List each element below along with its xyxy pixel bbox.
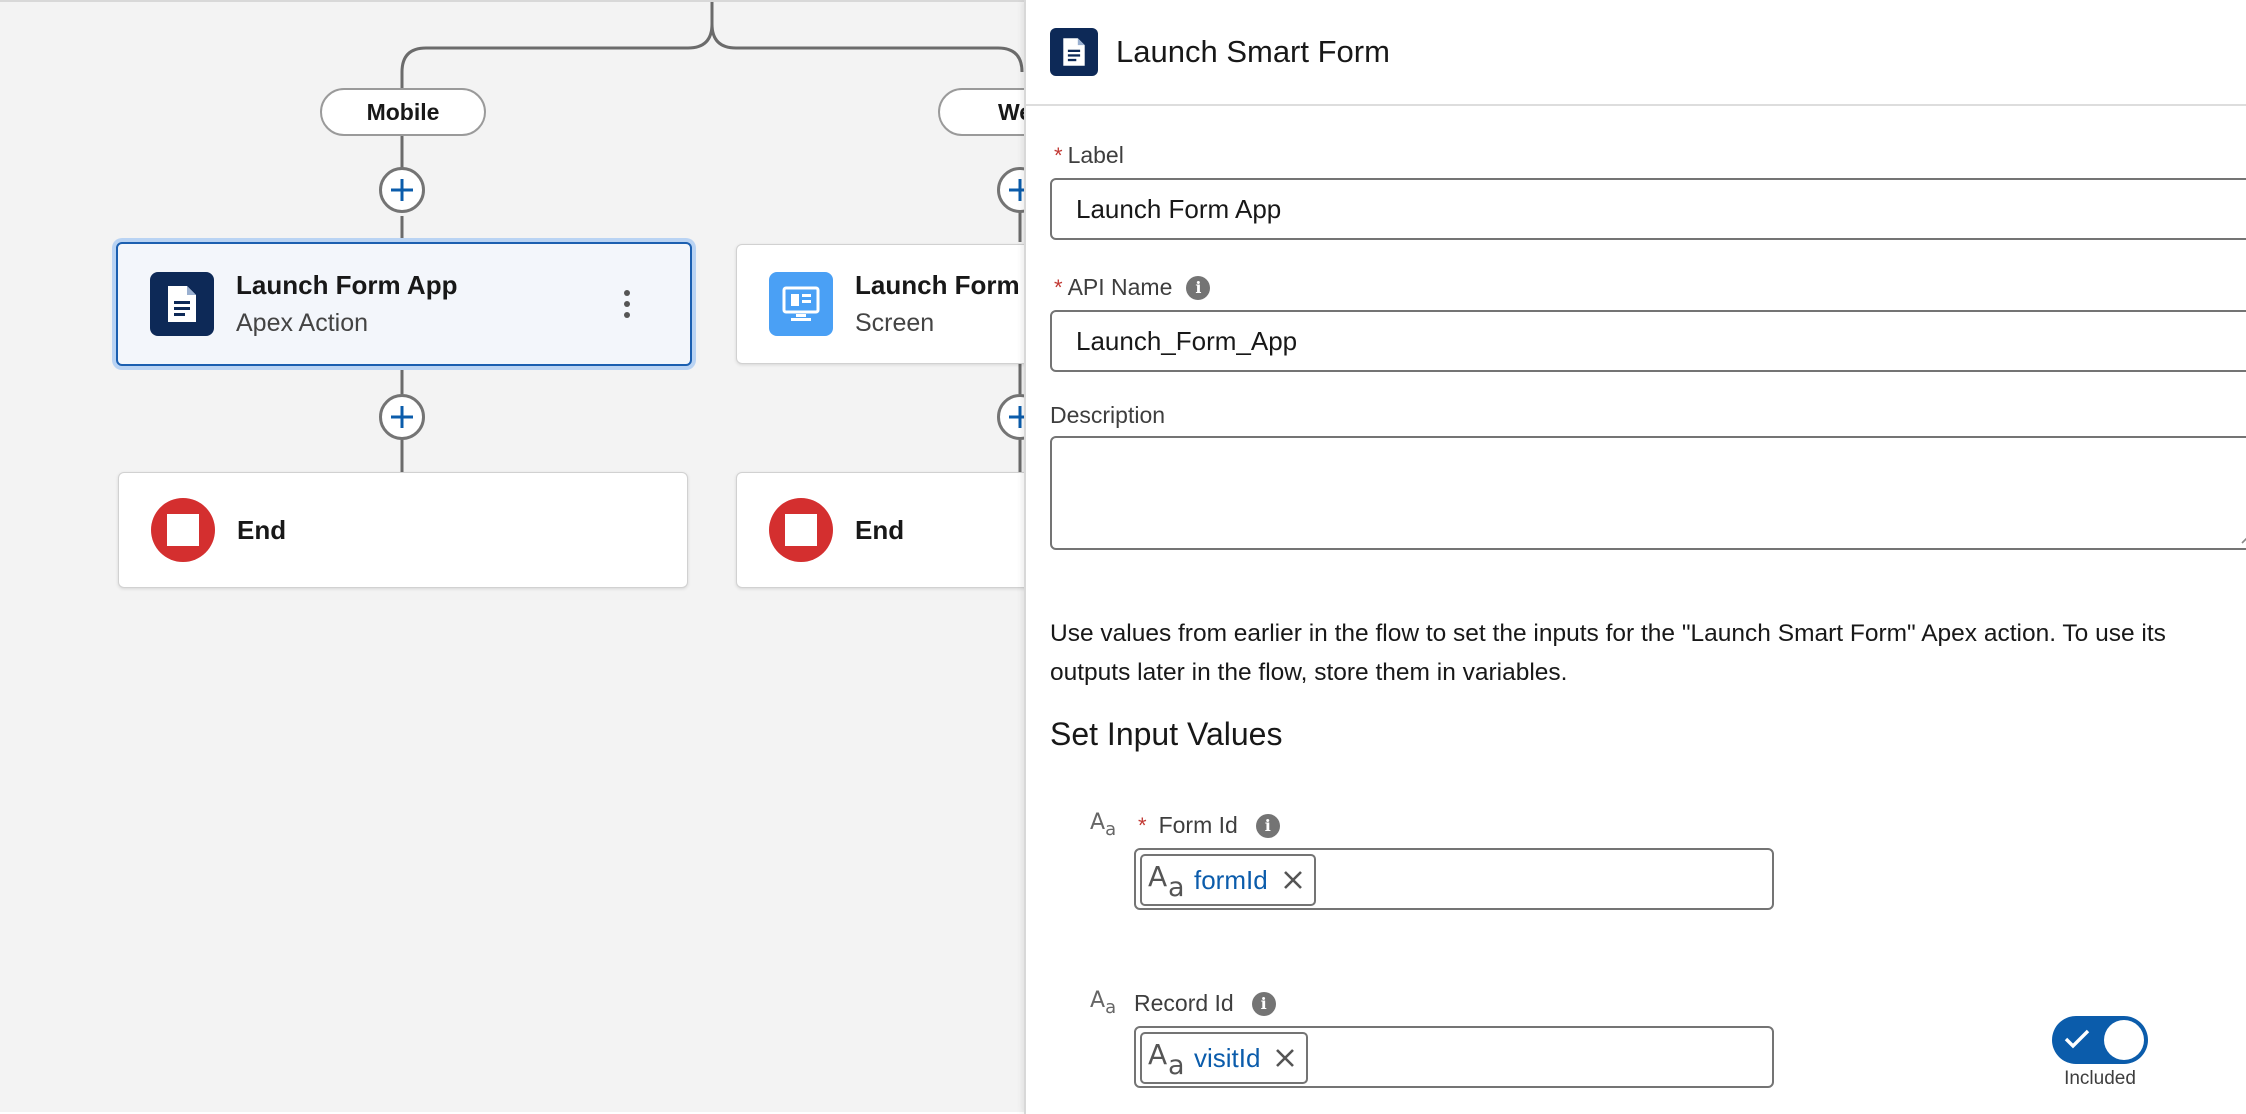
field-label-text: Description <box>1050 402 1166 428</box>
close-icon[interactable] <box>1282 869 1304 891</box>
form-id-label: * Form Id i <box>1138 812 1280 839</box>
panel-title: Launch Smart Form <box>1116 34 1390 69</box>
node-type: Screen <box>855 309 935 337</box>
resource-pill[interactable]: Aa formId <box>1140 854 1316 906</box>
param-label-text: Form Id <box>1158 812 1238 838</box>
flow-canvas[interactable]: Mobile We Launch Form App Apex Action <box>0 0 1024 1112</box>
resize-handle-icon[interactable] <box>2238 528 2246 544</box>
text-type-icon: Aa <box>1090 988 1117 1018</box>
resource-pill-label: visitId <box>1194 1042 1261 1073</box>
node-title: End <box>855 514 905 545</box>
include-toggle[interactable] <box>2052 1016 2148 1064</box>
api-name-input[interactable]: Launch_Form_App <box>1050 310 2246 372</box>
required-marker: * <box>1054 274 1063 300</box>
required-marker: * <box>1138 812 1147 838</box>
text-type-icon: Aa <box>1148 860 1185 903</box>
branch-label-text: Mobile <box>366 98 440 125</box>
more-actions-icon[interactable] <box>624 290 632 318</box>
node-title: Launch Form <box>855 270 1020 300</box>
branch-label-mobile: Mobile <box>320 88 486 136</box>
apex-action-icon <box>150 272 214 336</box>
text-type-icon: Aa <box>1148 1038 1185 1081</box>
info-icon[interactable]: i <box>1251 991 1276 1016</box>
plus-icon <box>391 406 413 428</box>
label-input-value: Launch Form App <box>1076 193 1282 224</box>
resource-pill-label: formId <box>1194 864 1268 895</box>
form-id-input[interactable]: Aa formId <box>1134 848 1774 910</box>
apex-action-icon <box>1050 28 1098 76</box>
record-id-input[interactable]: Aa visitId <box>1134 1026 1774 1088</box>
branch-label-web: We <box>938 88 1024 136</box>
screen-icon <box>769 272 833 336</box>
plus-icon <box>1009 179 1024 201</box>
api-name-field-label: * API Name i <box>1054 274 1211 301</box>
flow-node-end[interactable]: End <box>118 472 688 588</box>
check-icon <box>2064 1029 2090 1049</box>
info-icon[interactable]: i <box>1255 813 1280 838</box>
branch-label-text: We <box>998 98 1024 125</box>
add-element-button[interactable] <box>379 167 425 213</box>
help-text: Use values from earlier in the flow to s… <box>1050 620 2166 686</box>
flow-node-launch-form-screen[interactable]: Launch Form Screen <box>736 244 1024 364</box>
node-type: Apex Action <box>236 309 369 337</box>
plus-icon <box>1009 406 1024 428</box>
resource-pill[interactable]: Aa visitId <box>1140 1032 1309 1084</box>
field-label-text: API Name <box>1067 274 1173 300</box>
section-title: Set Input Values <box>1050 716 1283 752</box>
api-name-input-value: Launch_Form_App <box>1076 325 1298 356</box>
node-title: End <box>237 514 287 545</box>
node-title: Launch Form App <box>236 270 458 300</box>
description-textarea[interactable] <box>1050 436 2246 550</box>
required-marker: * <box>1054 142 1063 168</box>
add-element-button[interactable] <box>379 394 425 440</box>
info-icon[interactable]: i <box>1186 275 1211 300</box>
close-icon[interactable] <box>1274 1047 1296 1069</box>
field-label-text: Label <box>1067 142 1124 168</box>
flow-node-launch-form-app[interactable]: Launch Form App Apex Action <box>116 242 692 366</box>
record-id-label: Record Id i <box>1134 990 1276 1017</box>
stop-icon <box>151 498 215 562</box>
flow-node-end[interactable]: End <box>736 472 1024 588</box>
param-label-text: Record Id <box>1134 990 1234 1016</box>
label-input[interactable]: Launch Form App <box>1050 178 2246 240</box>
label-field-label: * Label <box>1054 142 1124 169</box>
plus-icon <box>391 179 413 201</box>
property-editor-panel: Launch Smart Form * Label Launch Form Ap… <box>1024 0 2246 1114</box>
text-type-icon: Aa <box>1090 810 1117 840</box>
description-field-label: Description <box>1050 402 1165 429</box>
stop-icon <box>769 498 833 562</box>
panel-header: Launch Smart Form <box>1026 0 2246 106</box>
toggle-knob <box>2104 1020 2144 1060</box>
include-toggle-label: Included <box>2064 1068 2136 1089</box>
